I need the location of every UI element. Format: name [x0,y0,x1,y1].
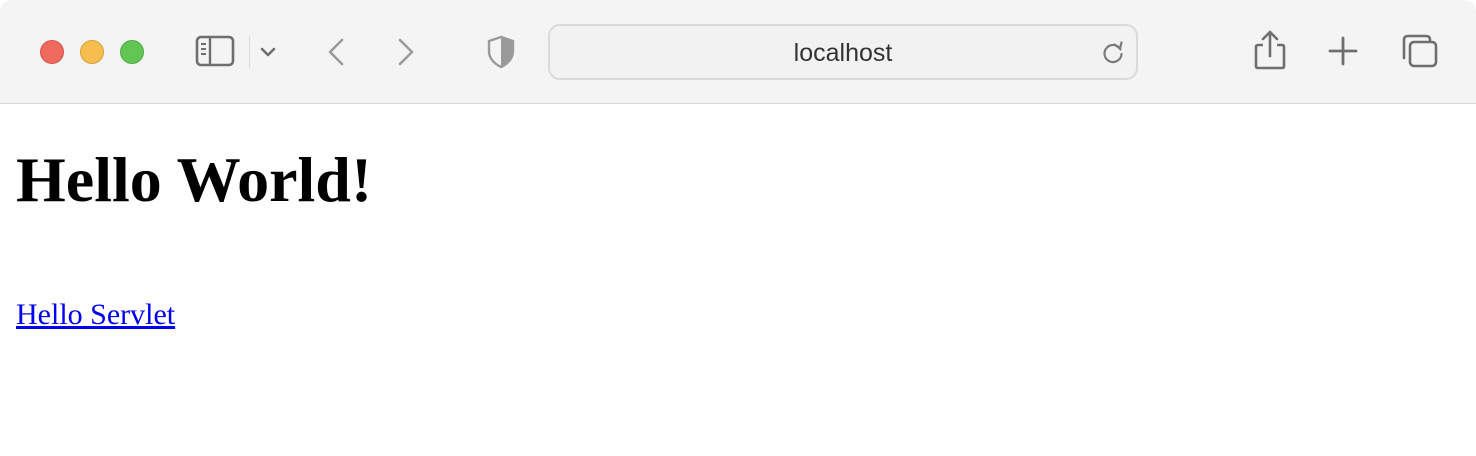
forward-arrow-icon[interactable] [392,34,420,70]
privacy-shield-icon[interactable] [484,34,518,70]
sidebar-icon[interactable] [194,33,236,69]
minimize-window-button[interactable] [80,40,104,64]
browser-window: localhost Hello World! Hello Servlet [0,0,1476,456]
close-window-button[interactable] [40,40,64,64]
tabs-overview-icon[interactable] [1398,32,1440,70]
back-arrow-icon[interactable] [322,34,350,70]
browser-toolbar: localhost [0,0,1476,104]
zoom-window-button[interactable] [120,40,144,64]
reload-icon[interactable] [1100,40,1126,66]
plus-icon[interactable] [1326,34,1360,68]
chevron-down-icon[interactable] [258,40,278,64]
toolbar-divider [249,36,250,68]
page-content: Hello World! Hello Servlet [16,104,1476,456]
hello-servlet-link[interactable]: Hello Servlet [16,300,175,330]
url-text[interactable]: localhost [550,39,1136,68]
share-icon[interactable] [1252,28,1288,72]
page-heading: Hello World! [16,144,373,215]
address-bar[interactable]: localhost [548,24,1138,80]
